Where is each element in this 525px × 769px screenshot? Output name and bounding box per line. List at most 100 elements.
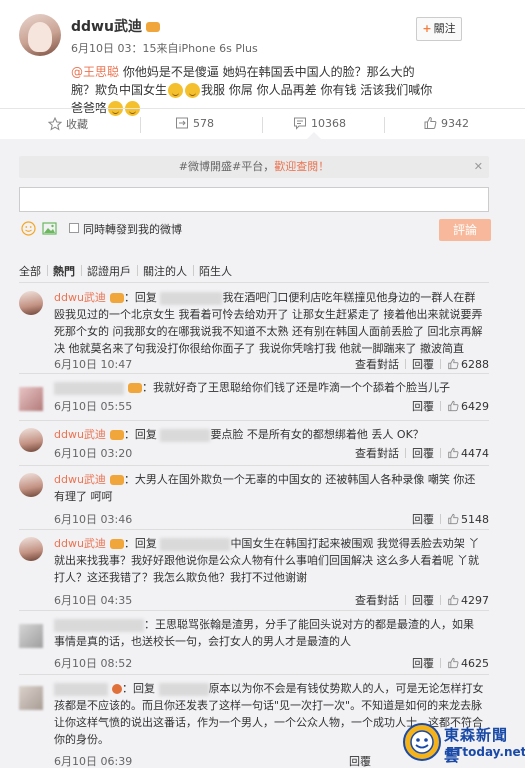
avatar[interactable] [19,428,43,452]
redacted-username [54,682,108,696]
comment-count: 10368 [311,116,346,130]
repost-checkbox-label: 同時轉發到我的微博 [83,223,182,236]
tab-all[interactable]: 全部 [19,263,47,283]
avatar[interactable] [19,387,43,411]
comment-icon [294,117,306,130]
like-icon [424,116,437,129]
reply-link[interactable]: 回覆 [349,753,371,769]
vip-badge-icon [145,22,160,32]
emoji-icon[interactable] [21,221,36,236]
like-icon [448,513,459,525]
comment-item: ddwu武迪 ：大男人在国外欺负一个无辜的中国女的 还被韩国人各种录像 嘲笑 你还… [19,467,489,530]
reply-link[interactable]: 回覆 [412,445,434,461]
comment-input[interactable] [19,187,489,212]
post-action-bar: 收藏 578 10368 9342 [0,108,525,138]
comment-actions: 回覆 6429 [412,398,489,414]
comment-time: 6月10日 10:47 [54,358,133,371]
comment-like-count: 4625 [461,656,489,670]
repost-checkbox[interactable] [69,223,79,233]
comment-text: ddwu武迪 ：大男人在国外欺负一个无辜的中国女的 还被韩国人各种录像 嘲笑 你还… [54,471,484,505]
notice-bar: #微博開盛#平台，歡迎查閱！ ✕ [19,156,489,178]
tab-verified[interactable]: 認證用戶 [81,263,137,283]
follow-button[interactable]: + 關注 [416,17,462,41]
comment-text: ：王思聪骂张翰是渣男，分手了能回头说对方的都是最渣的人，如果事情是真的话，也送校… [54,616,484,650]
comment-like-button[interactable]: 4625 [447,657,489,670]
redacted-username [160,291,223,305]
comment-like-button[interactable]: 5148 [447,513,489,526]
comment-like-count: 6429 [461,399,489,413]
comment-like-button[interactable]: 6429 [447,400,489,413]
comment-tools: 同時轉發到我的微博 評論 [21,219,491,241]
comment-text: ddwu武迪 ：回复 我在酒吧门口便利店吃年糕撞见他身边的一群人在群殴我见过的一个… [54,289,484,357]
watermark-line2: ETtoday.net [446,745,525,759]
comment-author[interactable]: ddwu武迪 [54,473,106,486]
post-meta: 6月10日 03：15来自iPhone 6s Plus [71,42,258,55]
reply-link[interactable]: 回覆 [412,356,434,372]
comment-author[interactable]: ddwu武迪 [54,428,106,441]
tab-hot[interactable]: 熱門 [47,263,81,283]
notice-link[interactable]: 歡迎查閱！ [274,160,329,173]
mention-link[interactable]: @王思聪 [71,65,119,79]
post-author-name[interactable]: ddwu武迪 [71,19,142,35]
comment-actions: 查看對話 回覆 4297 [355,592,489,608]
avatar[interactable] [19,473,43,497]
vip-badge-icon [109,475,124,485]
comment-actions: 回覆 4625 [412,655,489,671]
comment-text: ddwu武迪 ：回复 要点脸 不是所有女的都想绑着他 丢人 OK？ [54,426,484,443]
reply-link[interactable]: 回覆 [412,511,434,527]
comment-like-count: 5148 [461,512,489,526]
tab-following[interactable]: 關注的人 [137,263,193,283]
reply-link[interactable]: 回覆 [412,655,434,671]
repost-icon [176,117,188,129]
view-conversation-link[interactable]: 查看對話 [355,356,399,372]
ettoday-watermark: 東森新聞雲 ETtoday.net [402,722,525,766]
comment-author[interactable]: ddwu武迪 [54,537,106,550]
comment-actions: 回覆 5148 [412,511,489,527]
comment-prefix: ：回复 [123,291,161,304]
comment-item: ：我就好奇了王思聪给你们钱了还是咋滴一个个舔着个脸当儿子 6月10日 05:55… [19,375,489,421]
tab-strangers[interactable]: 陌生人 [193,263,238,283]
comment-item: ddwu武迪 ：回复 要点脸 不是所有女的都想绑着他 丢人 OK？ 6月10日 0… [19,422,489,466]
divider [140,117,141,133]
comment-time: 6月10日 03:20 [54,447,133,460]
comment-like-button[interactable]: 6288 [447,358,489,371]
smile-emoji-icon [185,83,201,98]
like-icon [448,594,459,606]
view-conversation-link[interactable]: 查看對話 [355,592,399,608]
avatar[interactable] [19,537,43,561]
reply-link[interactable]: 回覆 [412,592,434,608]
star-icon [48,117,62,131]
favorite-button[interactable]: 收藏 [48,116,88,132]
like-icon [448,657,459,669]
comment-like-count: 4474 [461,446,489,460]
image-icon[interactable] [42,221,57,236]
submit-comment-button[interactable]: 評論 [439,219,491,241]
comment-actions: 查看對話 回覆 4474 [355,445,489,461]
avatar[interactable] [19,686,43,710]
avatar[interactable] [19,14,61,56]
comment-filter-tabs: 全部 熱門 認證用戶 關注的人 陌生人 [19,263,489,283]
comment-content: ：我就好奇了王思聪给你们钱了还是咋滴一个个舔着个脸当儿子 [142,381,450,394]
plus-icon: + [422,22,432,35]
view-conversation-link[interactable]: 查看對話 [355,445,399,461]
reply-link[interactable]: 回覆 [412,398,434,414]
like-icon [448,447,459,459]
favorite-label: 收藏 [66,118,88,131]
comment-like-button[interactable]: 4474 [447,447,489,460]
divider [19,282,489,283]
vip-badge-icon [109,539,124,549]
comment-button[interactable]: 10368 [293,116,346,130]
repost-button[interactable]: 578 [175,116,214,130]
comment-like-button[interactable]: 4297 [447,594,489,607]
avatar[interactable] [19,291,43,315]
like-button[interactable]: 9342 [423,116,469,130]
close-icon[interactable]: ✕ [474,156,483,178]
avatar[interactable] [19,624,43,648]
comment-item: ddwu武迪 ：回复 我在酒吧门口便利店吃年糕撞见他身边的一群人在群殴我见过的一个… [19,285,489,374]
comment-text: ddwu武迪 ：回复 中国女生在韩国打起来被围观 我觉得丢脸去劝架 丫就出来找我事… [54,535,484,586]
ettoday-logo-icon [403,723,441,761]
post-author[interactable]: ddwu武迪 [71,16,160,36]
comment-actions: 回覆 [349,753,371,769]
redacted-username [54,381,124,395]
comment-author[interactable]: ddwu武迪 [54,291,106,304]
